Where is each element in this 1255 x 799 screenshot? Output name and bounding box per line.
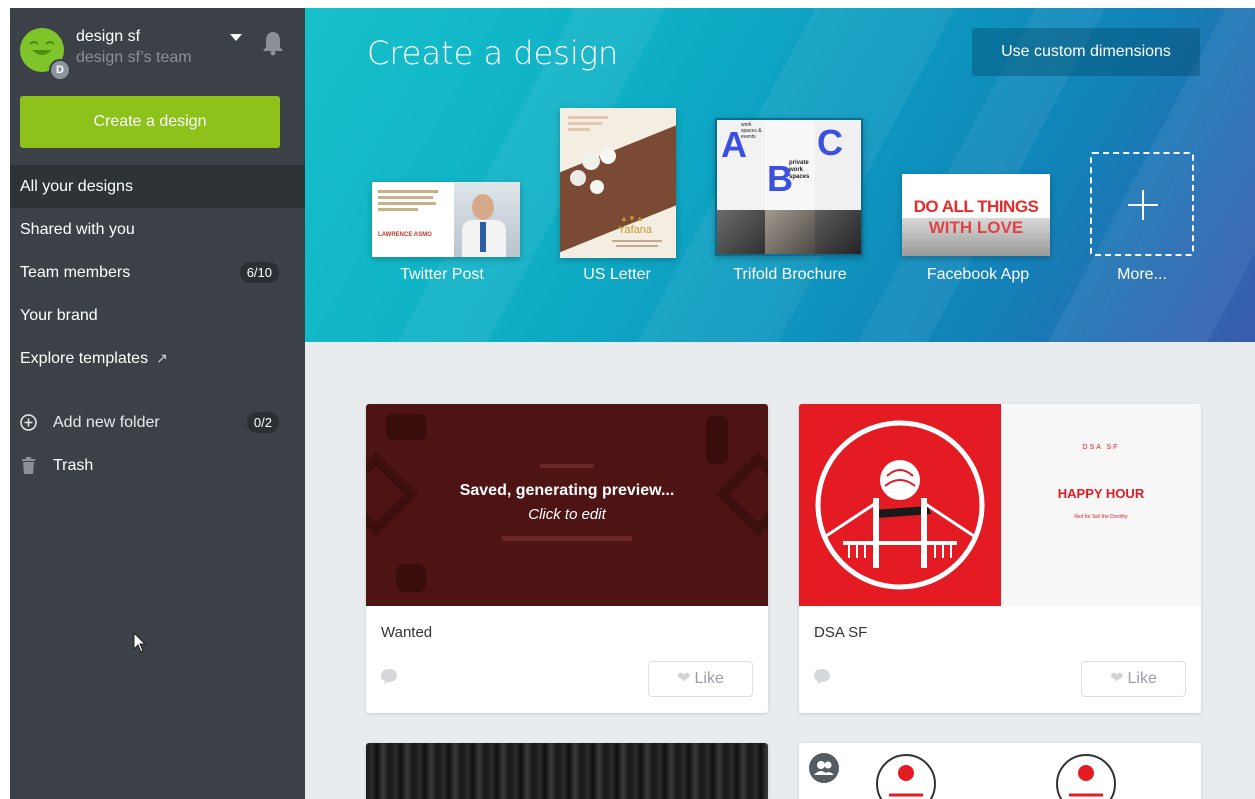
letter-thumb-brand: Yafana (618, 224, 653, 236)
template-trifold-brochure[interactable]: A work spaces & events B private work sp… (705, 114, 875, 298)
sidebar-item-label: All your designs (20, 178, 133, 195)
trash-icon (22, 457, 35, 474)
mouse-cursor-icon (133, 632, 147, 653)
avatar-badge: D (49, 59, 71, 81)
preview-small-text: DSA SF (1082, 444, 1120, 451)
sidebar-nav: All your designs Shared with you Team me… (10, 165, 323, 380)
template-label: Facebook App (926, 266, 1030, 283)
template-label: US Letter (583, 266, 651, 283)
add-folder-button[interactable]: Add new folder 0/2 (10, 401, 305, 444)
sidebar-item-team-members[interactable]: Team members 6/10 (10, 251, 305, 294)
banner-title: Create a design (367, 34, 619, 72)
create-design-banner: Create a design Use custom dimensions LA… (305, 8, 1255, 342)
like-button[interactable]: ❤ Like (1081, 661, 1186, 697)
brochure-letter-c: C (817, 122, 843, 163)
facebook-thumb-line-2: WITH LOVE (928, 218, 1024, 237)
design-preview[interactable]: Saved, generating preview... Click to ed… (366, 404, 768, 606)
window-top-edge (0, 0, 1255, 8)
facebook-thumb-line-1: DO ALL THINGS (913, 197, 1039, 216)
design-card-wanted[interactable]: Saved, generating preview... Click to ed… (366, 404, 768, 713)
dsa-logo-icon (815, 420, 985, 590)
bell-icon[interactable] (262, 30, 284, 56)
account-team: design sf’s team (76, 49, 192, 66)
template-more[interactable]: More... (1055, 152, 1225, 298)
sidebar-item-shared[interactable]: Shared with you (10, 208, 305, 251)
trash-label: Trash (53, 457, 94, 474)
brochure-text-1: work spaces & events (741, 122, 762, 140)
template-label: Twitter Post (400, 266, 484, 283)
template-label: More... (1117, 266, 1167, 283)
create-design-button[interactable]: Create a design (20, 96, 280, 148)
sidebar-item-label: Team members (20, 264, 131, 281)
sidebar-item-label: Shared with you (20, 221, 135, 238)
preview-sub: Red for Sell the Dorothy (1074, 514, 1128, 520)
sidebar-item-trash[interactable]: Trash (10, 444, 305, 487)
dsa-logo-icon (1056, 754, 1116, 799)
caret-down-icon[interactable] (230, 34, 242, 41)
design-preview[interactable] (366, 743, 768, 799)
sidebar-item-label: Explore templates (20, 350, 149, 367)
plus-circle-icon (20, 414, 37, 431)
add-folder-label: Add new folder (53, 414, 160, 431)
sidebar-item-all-designs[interactable]: All your designs (10, 165, 323, 208)
folder-count-badge: 0/2 (246, 412, 279, 433)
comment-icon[interactable] (813, 668, 831, 684)
account-switcher[interactable]: D design sf design sf’s team (20, 20, 290, 81)
preview-heading: HAPPY HOUR (1057, 486, 1145, 501)
sidebar: D design sf design sf’s team Create a de… (10, 8, 323, 799)
template-label: Trifold Brochure (733, 266, 847, 283)
design-card-dsa-team[interactable] (799, 743, 1201, 799)
shared-team-icon (809, 753, 839, 783)
smiley-face-icon (29, 41, 55, 55)
custom-dimensions-button[interactable]: Use custom dimensions (972, 28, 1200, 76)
sidebar-item-explore-templates[interactable]: Explore templates ↗ (10, 337, 305, 380)
trifold-brochure-thumbnail: A work spaces & events B private work sp… (715, 118, 863, 256)
design-title: Wanted (381, 624, 433, 641)
account-name: design sf (76, 28, 141, 45)
brochure-text-2: private work spaces (789, 160, 810, 180)
preview-status-text: Saved, generating preview... (459, 482, 675, 499)
folder-list: Add new folder 0/2 Trash (10, 401, 305, 487)
us-letter-thumbnail: ▲▼▲ Yafana (560, 108, 676, 258)
template-us-letter[interactable]: ▲▼▲ Yafana US Letter (546, 106, 716, 296)
twitter-post-thumbnail: LAWRENCE ASMO (372, 182, 520, 257)
design-preview[interactable]: DSA SF HAPPY HOUR Red for Sell the Dorot… (799, 404, 1201, 606)
comment-icon[interactable] (380, 668, 398, 684)
heart-icon: ❤ (677, 670, 691, 687)
like-button[interactable]: ❤ Like (648, 661, 753, 697)
sidebar-item-brand[interactable]: Your brand (10, 294, 305, 337)
team-count-badge: 6/10 (239, 262, 279, 283)
sidebar-item-label: Your brand (20, 307, 98, 324)
template-facebook-app[interactable]: DO ALL THINGS WITH LOVE Facebook App (893, 170, 1063, 298)
dsa-logo-icon (876, 754, 936, 799)
twitter-thumb-name: LAWRENCE ASMO (378, 232, 432, 238)
heart-icon: ❤ (1110, 670, 1124, 687)
design-card-dsa-sf[interactable]: DSA SF HAPPY HOUR Red for Sell the Dorot… (799, 404, 1201, 713)
template-twitter-post[interactable]: LAWRENCE ASMO Twitter Post (357, 178, 527, 298)
design-title: DSA SF (814, 624, 868, 641)
external-link-icon: ↗ (156, 350, 168, 366)
design-card-forest[interactable] (366, 743, 768, 799)
people-icon (814, 761, 834, 775)
click-to-edit-text: Click to edit (528, 506, 606, 523)
facebook-app-thumbnail: DO ALL THINGS WITH LOVE (902, 174, 1050, 256)
like-label: Like (1127, 670, 1157, 687)
window-left-edge (0, 0, 10, 799)
more-templates-box (1090, 152, 1194, 256)
like-label: Like (694, 670, 724, 687)
